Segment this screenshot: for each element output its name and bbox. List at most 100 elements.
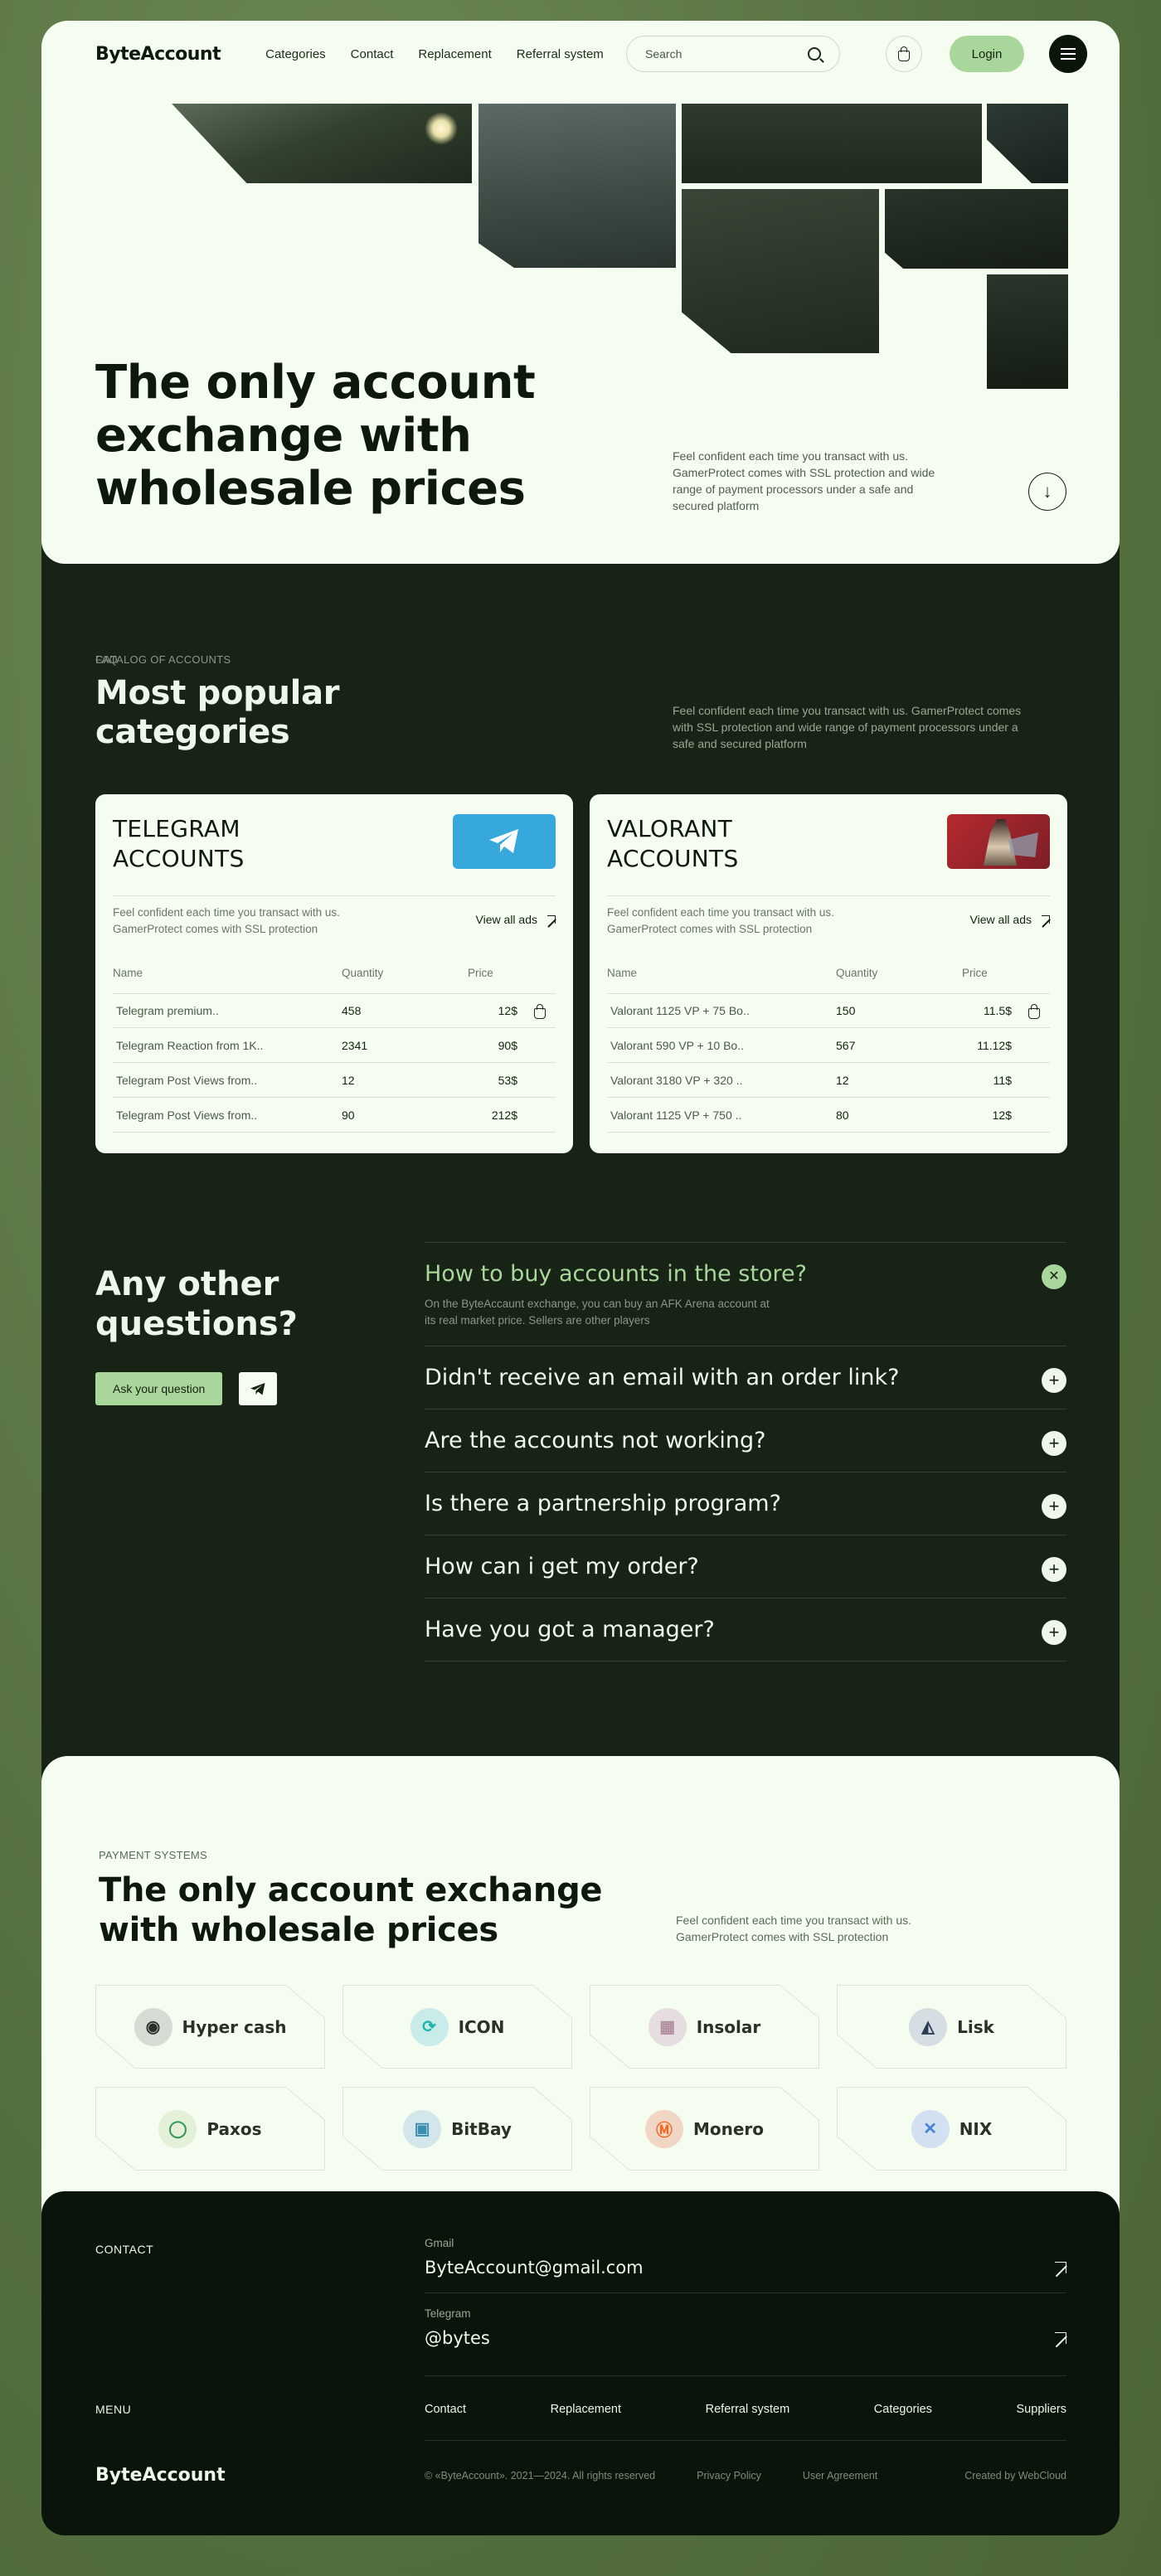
table-row[interactable]: Valorant 1125 VP + 750 .. 80 12$ — [607, 1098, 1050, 1133]
table-row[interactable]: Telegram premium.. 458 12$ — [113, 993, 556, 1028]
shopping-bag-icon[interactable] — [1028, 1004, 1040, 1019]
faq-question[interactable]: How can i get my order? — [425, 1535, 1066, 1598]
faq-item[interactable]: How to buy accounts in the store? On the… — [425, 1242, 1066, 1346]
login-button[interactable]: Login — [950, 36, 1024, 72]
plus-icon[interactable]: + — [1042, 1494, 1066, 1519]
hero-section: ByteAccount Categories Contact Replaceme… — [41, 21, 1120, 564]
payment-system-monero[interactable]: Ⓜ Monero — [590, 2087, 819, 2171]
user-agreement-link[interactable]: User Agreement — [803, 2470, 877, 2481]
table-row[interactable]: Valorant 1125 VP + 75 Bo.. 150 11.5$ — [607, 993, 1050, 1028]
payment-system-hyper-cash[interactable]: ◉ Hyper cash — [95, 1985, 325, 2069]
payment-system-paxos[interactable]: ◯ Paxos — [95, 2087, 325, 2171]
faq-item[interactable]: Are the accounts not working? + — [425, 1409, 1066, 1472]
footer-contact-label: CONTACT — [95, 2243, 154, 2256]
faq-question[interactable]: Are the accounts not working? — [425, 1409, 1066, 1472]
faq-question[interactable]: Is there a partnership program? — [425, 1472, 1066, 1535]
row-quantity: 80 — [836, 1108, 849, 1122]
row-quantity: 90 — [342, 1108, 355, 1122]
payment-system-name: Hyper cash — [182, 2016, 287, 2037]
row-quantity: 12 — [342, 1073, 355, 1087]
nav-link-replacement[interactable]: Replacement — [418, 47, 491, 61]
table-row[interactable]: Valorant 590 VP + 10 Bo.. 567 11.12$ — [607, 1028, 1050, 1063]
hamburger-icon — [1061, 48, 1076, 50]
table-row[interactable]: Telegram Post Views from.. 12 53$ — [113, 1063, 556, 1098]
view-all-ads-link[interactable]: View all ads — [476, 913, 556, 926]
valorant-cover-image — [947, 814, 1050, 869]
table-row[interactable]: Telegram Reaction from 1K.. 2341 90$ — [113, 1028, 556, 1063]
payment-section: PAYMENT SYSTEMS The only account exchang… — [41, 1756, 1120, 2253]
faq-item[interactable]: Is there a partnership program? + — [425, 1472, 1066, 1535]
divider — [425, 2375, 1066, 2376]
faq-kicker: FAQ — [95, 653, 118, 666]
footer-link-categories[interactable]: Categories — [874, 2403, 932, 2416]
payment-system-nix[interactable]: ✕ NIX — [837, 2087, 1066, 2171]
footer-logo[interactable]: ByteAccount — [95, 2465, 226, 2486]
row-quantity: 12 — [836, 1073, 849, 1087]
close-icon[interactable]: ✕ — [1042, 1264, 1066, 1289]
hero-image-tile — [885, 189, 1068, 269]
cart-button[interactable] — [886, 36, 922, 72]
header-name: Name — [113, 967, 143, 979]
plus-icon[interactable]: + — [1042, 1368, 1066, 1393]
plus-icon[interactable]: + — [1042, 1557, 1066, 1582]
plus-icon[interactable]: + — [1042, 1431, 1066, 1456]
divider — [425, 2292, 1066, 2293]
gmail-address[interactable]: ByteAccount@gmail.com — [425, 2258, 1066, 2278]
footer-link-suppliers[interactable]: Suppliers — [1017, 2403, 1066, 2416]
footer-telegram[interactable]: Telegram @bytes — [425, 2307, 1066, 2348]
scroll-down-button[interactable]: ↓ — [1028, 473, 1066, 511]
search-input[interactable]: Search — [626, 36, 840, 72]
row-price: 11.5$ — [984, 1004, 1012, 1017]
faq-question[interactable]: How to buy accounts in the store? — [425, 1243, 1066, 1296]
tile-frame — [342, 1985, 572, 2069]
payment-system-lisk[interactable]: ◭ Lisk — [837, 1985, 1066, 2069]
tile-frame — [837, 2087, 1066, 2171]
row-price: 11.12$ — [977, 1038, 1012, 1052]
row-quantity: 150 — [836, 1004, 856, 1017]
faq-question[interactable]: Didn't receive an email with an order li… — [425, 1346, 1066, 1409]
card-description: Feel confident each time you transact wi… — [607, 906, 834, 935]
row-price: 53$ — [498, 1073, 517, 1087]
payment-system-bitbay[interactable]: ▣ BitBay — [342, 2087, 572, 2171]
payment-system-insolar[interactable]: ▦ Insolar — [590, 1985, 819, 2069]
footer-link-replacement[interactable]: Replacement — [551, 2403, 621, 2416]
hero-image-tile — [987, 104, 1068, 183]
footer-menu: Contact Replacement Referral system Cate… — [425, 2403, 1066, 2416]
telegram-button[interactable] — [239, 1372, 277, 1405]
arrow-up-right-icon[interactable] — [1055, 2332, 1066, 2348]
row-name: Valorant 590 VP + 10 Bo.. — [610, 1038, 744, 1052]
nav-link-referral[interactable]: Referral system — [517, 47, 604, 61]
payment-system-icon[interactable]: ⟳ ICON — [342, 1985, 572, 2069]
plus-icon[interactable]: + — [1042, 1620, 1066, 1645]
footer-gmail[interactable]: Gmail ByteAccount@gmail.com — [425, 2237, 1066, 2278]
view-all-ads-link[interactable]: View all ads — [970, 913, 1050, 926]
ask-question-button[interactable]: Ask your question — [95, 1372, 223, 1405]
telegram-icon — [250, 1382, 265, 1395]
faq-item[interactable]: Have you got a manager? + — [425, 1598, 1066, 1662]
icon-coin-icon: ⟳ — [410, 2007, 449, 2046]
payment-system-name: Paxos — [206, 2118, 262, 2139]
created-by-link[interactable]: Created by WebCloud — [964, 2470, 1066, 2481]
footer-link-contact[interactable]: Contact — [425, 2403, 466, 2416]
footer-link-referral[interactable]: Referral system — [706, 2403, 790, 2416]
table-row[interactable]: Telegram Post Views from.. 90 212$ — [113, 1098, 556, 1133]
arrow-up-right-icon[interactable] — [1055, 2262, 1066, 2278]
privacy-policy-link[interactable]: Privacy Policy — [697, 2470, 761, 2481]
logo[interactable]: ByteAccount — [95, 44, 221, 65]
hypercash-icon: ◉ — [134, 2007, 172, 2046]
view-all-label: View all ads — [475, 913, 537, 926]
table-body: Telegram premium.. 458 12$ Telegram Reac… — [113, 993, 556, 1133]
nav-link-categories[interactable]: Categories — [265, 47, 326, 61]
shopping-bag-icon[interactable] — [534, 1004, 546, 1019]
menu-button[interactable] — [1049, 35, 1087, 73]
telegram-label: Telegram — [425, 2307, 471, 2320]
row-quantity: 567 — [836, 1038, 856, 1052]
shopping-bag-icon — [898, 46, 910, 61]
row-name: Valorant 1125 VP + 75 Bo.. — [610, 1004, 750, 1017]
nav-link-contact[interactable]: Contact — [351, 47, 394, 61]
telegram-handle[interactable]: @bytes — [425, 2328, 1066, 2348]
faq-item[interactable]: Didn't receive an email with an order li… — [425, 1346, 1066, 1409]
faq-item[interactable]: How can i get my order? + — [425, 1535, 1066, 1598]
table-row[interactable]: Valorant 3180 VP + 320 .. 12 11$ — [607, 1063, 1050, 1098]
faq-question[interactable]: Have you got a manager? — [425, 1598, 1066, 1661]
